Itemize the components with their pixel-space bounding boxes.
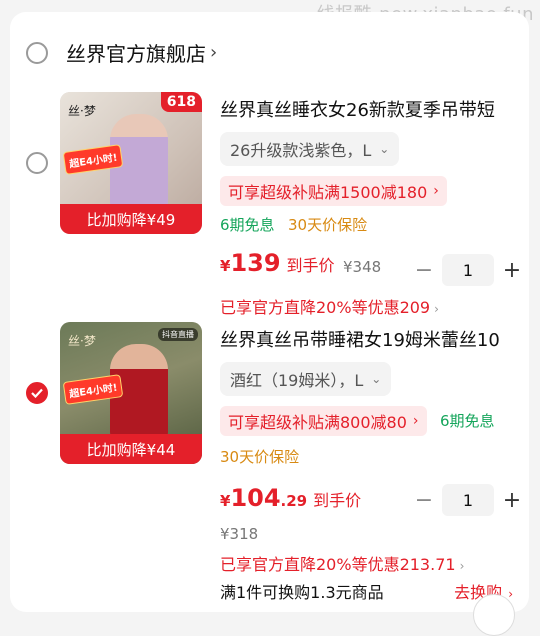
chevron-right-icon: ›: [459, 559, 465, 573]
price-suffix: 到手价: [286, 256, 335, 275]
swap-offer-text: 满1件可换购1.3元商品: [220, 583, 384, 602]
subsidy-text: 可享超级补贴满1500减180: [228, 183, 428, 202]
chevron-right-icon: ›: [434, 302, 439, 316]
final-price: ¥ 104 .29 到手价: [220, 484, 361, 512]
chevron-right-icon: ›: [210, 42, 218, 63]
variant-selector[interactable]: 酒红（19姆米），L ⌄: [220, 362, 392, 396]
brand-logo: 丝·梦: [68, 334, 96, 348]
final-price: ¥ 139 到手价: [220, 249, 335, 277]
shop-name[interactable]: 丝界官方旗舰店: [66, 38, 206, 67]
item-select-radio[interactable]: [26, 152, 48, 174]
shop-cart-card: 丝界官方旗舰店 › 丝·梦 618 超E4小时! 比加购降¥49 丝界真丝睡衣女…: [10, 12, 529, 636]
price-decimal: .29: [280, 492, 308, 510]
chevron-right-icon: ›: [508, 587, 513, 601]
minus-button[interactable]: −: [412, 258, 436, 283]
official-discount-text: 已享官方直降20%等优惠209: [220, 298, 431, 317]
variant-label: 酒红（19姆米），L: [230, 371, 364, 390]
quantity-field[interactable]: 1: [442, 484, 494, 516]
floating-button[interactable]: [473, 594, 515, 636]
variant-selector[interactable]: 26升级款浅紫色，L ⌄: [220, 132, 400, 166]
minus-button[interactable]: −: [412, 488, 436, 513]
product-title[interactable]: 丝界真丝睡衣女26新款夏季吊带短: [220, 96, 520, 122]
check-icon: [31, 388, 43, 398]
item-select-radio[interactable]: [26, 382, 48, 404]
installment-tag: 6期免息: [220, 216, 275, 234]
original-price: ¥348: [343, 258, 382, 276]
chevron-right-icon: ›: [433, 183, 439, 199]
subsidy-text: 可享超级补贴满800减80: [228, 413, 407, 432]
price-integer: 139: [230, 249, 281, 277]
installment-tag: 6期免息: [440, 412, 495, 430]
plus-button[interactable]: +: [500, 258, 524, 283]
chevron-right-icon: ›: [412, 413, 419, 429]
quantity-field[interactable]: 1: [442, 254, 494, 286]
brand-logo: 丝·梦: [68, 104, 96, 118]
price-suffix: 到手价: [313, 491, 362, 510]
plus-button[interactable]: +: [500, 488, 524, 513]
product-title[interactable]: 丝界真丝吊带睡裙女19姆米蕾丝10: [220, 326, 520, 352]
original-price: ¥318: [220, 525, 259, 543]
official-discount[interactable]: 已享官方直降20%等优惠213.71 ›: [220, 551, 464, 575]
image-price-strip: 比加购降¥44: [60, 434, 202, 464]
chevron-down-icon: ⌄: [371, 372, 382, 386]
insurance-tag: 30天价保险: [288, 216, 368, 234]
subsidy-tag[interactable]: 可享超级补贴满1500减180 ›: [220, 176, 447, 206]
chevron-down-icon: ⌄: [379, 142, 390, 156]
subsidy-tag[interactable]: 可享超级补贴满800减80 ›: [220, 406, 427, 436]
shop-header[interactable]: 丝界官方旗舰店 ›: [26, 38, 217, 67]
quantity-stepper: − 1 +: [412, 254, 524, 286]
currency-symbol: ¥: [220, 257, 231, 275]
product-image[interactable]: 丝·梦 618 超E4小时! 比加购降¥49: [60, 92, 202, 234]
variant-label: 26升级款浅紫色，L: [230, 141, 372, 160]
price-integer: 104: [230, 484, 281, 512]
currency-symbol: ¥: [220, 492, 231, 510]
official-discount[interactable]: 已享官方直降20%等优惠209 ›: [220, 294, 439, 318]
618-badge: 618: [160, 92, 202, 112]
product-image[interactable]: 丝·梦 抖音直播 超E4小时! 比加购降¥44: [60, 322, 202, 464]
shop-select-radio[interactable]: [26, 41, 48, 64]
image-price-strip: 比加购降¥49: [60, 204, 202, 234]
insurance-tag: 30天价保险: [220, 448, 300, 466]
live-tag: 抖音直播: [158, 328, 198, 341]
quantity-stepper: − 1 +: [412, 484, 524, 516]
official-discount-text: 已享官方直降20%等优惠213.71: [220, 555, 456, 574]
